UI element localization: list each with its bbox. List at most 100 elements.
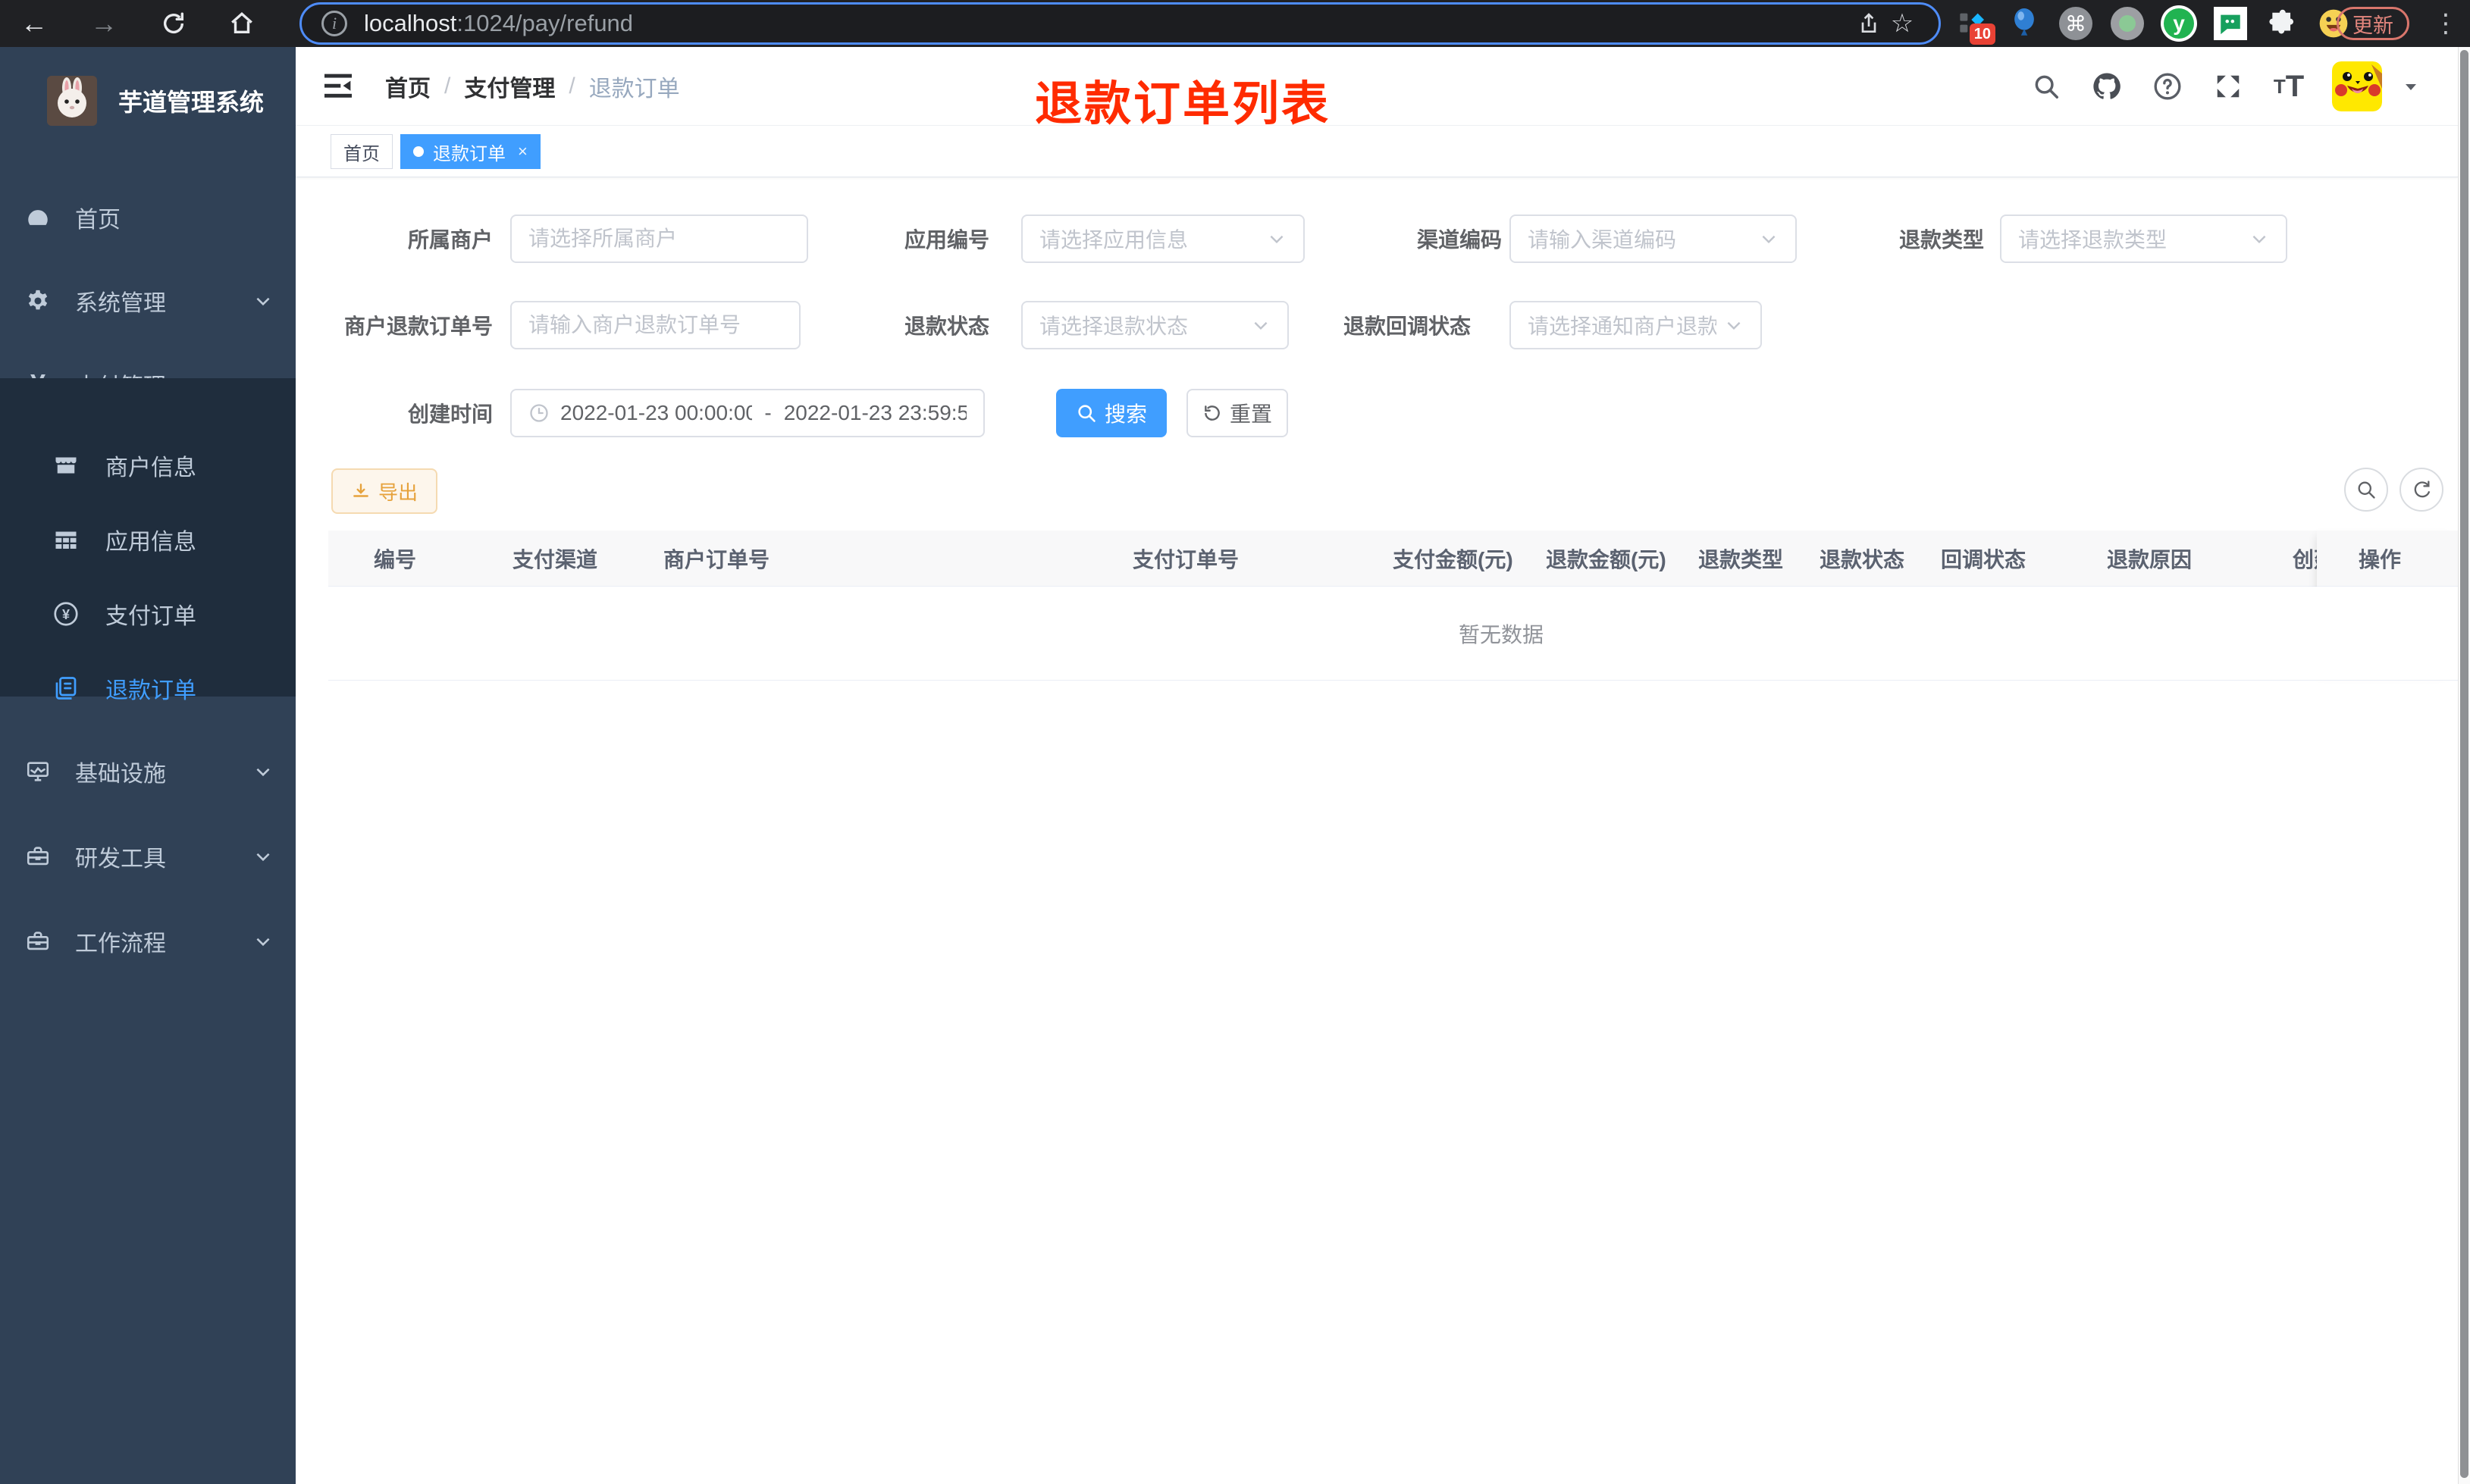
channel-select[interactable]: 请输入渠道编码 (1509, 214, 1797, 263)
breadcrumb-pay[interactable]: 支付管理 (464, 70, 555, 103)
refund-status-select[interactable]: 请选择退款状态 (1021, 301, 1289, 349)
extension-badge: 10 (1969, 23, 1995, 45)
url-text: localhost:1024/pay/refund (364, 10, 634, 36)
sidebar-item-app-info[interactable]: 应用信息 (0, 502, 296, 578)
search-button[interactable]: 搜索 (1056, 389, 1167, 437)
refund-table: 编号 支付渠道 商户订单号 支付订单号 支付金额(元) 退款金额(元) 退款类型… (328, 531, 2459, 681)
app-logo[interactable]: 芋道管理系统 (0, 59, 296, 142)
sidebar-item-home[interactable]: 首页 (0, 180, 296, 255)
user-avatar[interactable] (2332, 61, 2382, 111)
site-info-icon[interactable]: i (321, 11, 347, 36)
tags-view-bar: 首页 退款订单 × (296, 126, 2458, 177)
chevron-down-icon (1267, 229, 1287, 249)
col-channel: 支付渠道 (512, 548, 598, 571)
merchant-input[interactable] (510, 214, 808, 263)
chevron-down-icon (253, 847, 273, 866)
sidebar: 芋道管理系统 首页 系统管理 ¥ 支付管理 (0, 47, 296, 1484)
breadcrumb-home[interactable]: 首页 (385, 70, 431, 103)
browser-forward-icon[interactable]: → (86, 6, 121, 41)
close-tag-icon[interactable]: × (518, 142, 528, 161)
font-size-icon[interactable]: TT (2271, 69, 2306, 104)
col-refund-reason: 退款原因 (2107, 548, 2193, 571)
browser-reload-icon[interactable] (156, 6, 191, 41)
chevron-down-icon (253, 931, 273, 951)
channel-label: 渠道编码 (1416, 228, 1502, 252)
browser-menu-icon[interactable]: ⋮ (2431, 6, 2461, 41)
app-title: 芋道管理系统 (118, 89, 265, 116)
collapse-sidebar-icon[interactable] (323, 73, 353, 100)
active-dot (413, 146, 424, 157)
tag-refund-order[interactable]: 退款订单 × (400, 134, 541, 169)
chevron-down-icon (253, 762, 273, 781)
briefcase-icon (25, 928, 51, 955)
window-scrollbar[interactable] (2458, 47, 2470, 1484)
extension-green-dot-icon[interactable] (2109, 5, 2146, 42)
page-title-annotation: 退款订单列表 (1035, 78, 1331, 130)
svg-text:¥: ¥ (62, 607, 70, 622)
refresh-button[interactable] (2399, 468, 2443, 512)
breadcrumb-current: 退款订单 (588, 77, 680, 102)
documents-icon (52, 675, 80, 702)
fullscreen-icon[interactable] (2211, 69, 2246, 104)
refund-status-label: 退款状态 (904, 315, 989, 338)
toolbox-icon (25, 843, 51, 870)
extension-command-icon[interactable]: ⌘ (2058, 5, 2094, 42)
browser-home-icon[interactable] (224, 6, 259, 41)
sidebar-item-pay-order[interactable]: ¥ 支付订单 (0, 576, 296, 652)
avatar-dropdown-caret[interactable] (2402, 77, 2420, 95)
extensions-puzzle-icon[interactable] (2264, 5, 2300, 42)
sidebar-item-infra[interactable]: 基础设施 (0, 734, 296, 809)
monitor-icon (25, 757, 51, 786)
start-date[interactable]: 2022-01-23 00:00:00 (560, 401, 752, 425)
bookmark-star-icon[interactable]: ☆ (1885, 7, 1919, 40)
refund-type-select[interactable]: 请选择退款类型 (2000, 214, 2287, 263)
sidebar-item-refund-order[interactable]: 退款订单 (0, 650, 296, 726)
shop-icon (52, 452, 80, 479)
merchant-label: 所属商户 (407, 228, 493, 252)
callback-status-select[interactable]: 请选择通知商户退款结果的回调状态 (1509, 301, 1762, 349)
url-bar[interactable]: i localhost:1024/pay/refund ☆ (299, 2, 1941, 45)
col-refund-amount: 退款金额(元) (1546, 548, 1666, 571)
navbar-actions: TT (2029, 47, 2420, 126)
col-merchant-order-no: 商户订单号 (663, 548, 770, 571)
main-area: 首页 / 支付管理 / 退款订单 退款订单列表 T T 首页 退款订单 × 所属… (296, 47, 2459, 1484)
extension-chat-icon[interactable] (2212, 5, 2249, 42)
tag-home[interactable]: 首页 (331, 134, 393, 169)
create-time-label: 创建时间 (407, 402, 493, 426)
search-icon[interactable] (2029, 69, 2064, 104)
chevron-down-icon (1251, 315, 1271, 335)
col-callback-status: 回调状态 (1941, 548, 2026, 571)
extension-diamond-icon[interactable]: 10 (1954, 5, 1995, 45)
update-button[interactable]: 更新 (2337, 7, 2409, 40)
clock-icon (528, 402, 550, 424)
logo-rabbit-image (47, 76, 97, 126)
github-icon[interactable] (2089, 69, 2124, 104)
top-navbar: 首页 / 支付管理 / 退款订单 退款订单列表 T T (296, 47, 2458, 130)
sidebar-item-merchant-info[interactable]: 商户信息 (0, 427, 296, 503)
sidebar-item-dev-tools[interactable]: 研发工具 (0, 819, 296, 894)
app-label: 应用编号 (904, 228, 989, 252)
share-icon[interactable] (1852, 7, 1885, 40)
export-button[interactable]: 导出 (331, 468, 437, 514)
extension-balloon-icon[interactable] (2006, 5, 2042, 42)
browser-back-icon[interactable]: ← (17, 6, 52, 41)
col-action: 操作 (2359, 548, 2402, 571)
col-pay-amount: 支付金额(元) (1393, 548, 1513, 571)
sidebar-item-workflow[interactable]: 工作流程 (0, 903, 296, 979)
col-id: 编号 (374, 548, 417, 571)
browser-chrome: ← → i localhost:1024/pay/refund ☆ 10 ⌘ y… (0, 0, 2470, 47)
app-select[interactable]: 请选择应用信息 (1021, 214, 1305, 263)
extension-y-icon[interactable]: y (2161, 5, 2197, 42)
merchant-refund-no-input[interactable] (510, 301, 801, 349)
help-icon[interactable] (2150, 69, 2185, 104)
reset-button[interactable]: 重置 (1186, 389, 1288, 437)
create-time-range-picker[interactable]: 2022-01-23 00:00:00 - 2022-01-23 23:59:5… (510, 389, 985, 437)
end-date[interactable]: 2022-01-23 23:59:59 (784, 401, 967, 425)
sidebar-item-system[interactable]: 系统管理 (0, 263, 296, 339)
scrollbar-thumb[interactable] (2460, 50, 2468, 1478)
show-search-toggle-button[interactable] (2344, 468, 2388, 512)
chevron-down-icon (2249, 229, 2269, 249)
extensions-bar: 10 ⌘ y (1954, 5, 2352, 45)
screen: ← → i localhost:1024/pay/refund ☆ 10 ⌘ y… (0, 0, 2470, 1484)
breadcrumb: 首页 / 支付管理 / 退款订单 (385, 47, 680, 126)
